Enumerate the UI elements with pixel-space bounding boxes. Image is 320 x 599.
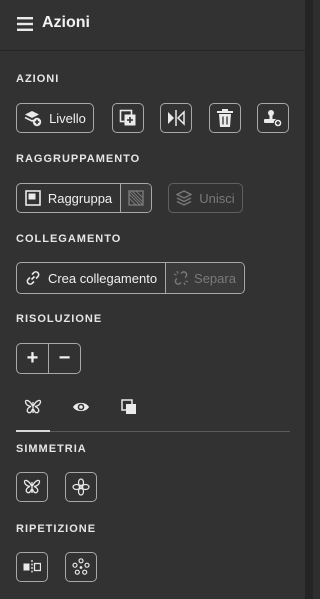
duplicate-icon xyxy=(119,109,137,127)
radial-repeat-button[interactable] xyxy=(65,552,97,582)
link-icon xyxy=(25,270,41,286)
unlink-button[interactable]: Separa xyxy=(166,263,243,293)
merge-label: Unisci xyxy=(199,190,235,206)
duplicate-button[interactable] xyxy=(112,103,144,133)
tab-symmetry[interactable] xyxy=(24,398,42,416)
butterfly-icon xyxy=(23,478,41,496)
add-layer-label: Livello xyxy=(49,110,86,126)
mirror-button[interactable] xyxy=(160,103,192,133)
tab-divider xyxy=(16,431,290,432)
hamburger-menu-icon[interactable] xyxy=(17,17,33,31)
flower-icon xyxy=(72,478,90,496)
tab-visibility[interactable] xyxy=(72,398,90,416)
increase-resolution-button[interactable]: + xyxy=(17,344,49,373)
section-label-azioni: AZIONI xyxy=(16,73,60,85)
decrease-resolution-button[interactable]: − xyxy=(49,344,80,373)
section-label-raggruppamento: RAGGRUPPAMENTO xyxy=(16,153,141,165)
merge-layers-icon xyxy=(176,190,193,206)
linear-repeat-button[interactable] xyxy=(16,552,48,582)
panel-header: Azioni xyxy=(0,0,305,51)
butterfly-icon xyxy=(24,398,42,416)
stamp-icon xyxy=(263,109,283,127)
section-label-collegamento: COLLEGAMENTO xyxy=(16,233,122,245)
delete-button[interactable] xyxy=(209,103,241,133)
scrollbar[interactable] xyxy=(305,0,313,599)
minus-label: − xyxy=(58,347,71,369)
section-label-ripetizione: RIPETIZIONE xyxy=(16,523,97,535)
plus-label: + xyxy=(26,347,39,369)
create-link-label: Crea collegamento xyxy=(47,270,158,286)
mirror-icon xyxy=(167,110,185,126)
resolution-control: + − xyxy=(16,343,81,374)
broken-link-icon xyxy=(173,270,189,286)
ungroup-icon xyxy=(128,190,144,206)
radial-symmetry-button[interactable] xyxy=(65,472,97,502)
layers-icon xyxy=(120,398,138,416)
trash-icon xyxy=(217,109,233,127)
group-button[interactable]: Raggruppa xyxy=(17,184,121,212)
active-tab-indicator xyxy=(16,430,50,432)
panel-title: Azioni xyxy=(42,14,90,31)
layer-add-icon xyxy=(24,109,42,127)
create-link-button[interactable]: Crea collegamento xyxy=(17,263,166,293)
group-label: Raggruppa xyxy=(47,190,113,206)
mirror-symmetry-button[interactable] xyxy=(16,472,48,502)
section-label-simmetria: SIMMETRIA xyxy=(16,443,87,455)
radial-repeat-icon xyxy=(72,558,90,576)
actions-panel: Azioni AZIONI Livello RAGGRUPPAMENTO Rag… xyxy=(0,0,305,599)
section-label-risoluzione: RISOLUZIONE xyxy=(16,313,103,325)
group-control: Raggruppa xyxy=(16,183,152,213)
stamp-button[interactable] xyxy=(257,103,289,133)
unlink-label: Separa xyxy=(194,270,236,286)
link-control: Crea collegamento Separa xyxy=(16,262,245,294)
eye-icon xyxy=(72,398,90,416)
add-layer-button[interactable]: Livello xyxy=(16,103,94,133)
ungroup-button[interactable] xyxy=(121,184,151,212)
merge-button[interactable]: Unisci xyxy=(168,183,243,213)
linear-repeat-icon xyxy=(23,560,41,574)
group-icon xyxy=(25,190,41,206)
tab-layers[interactable] xyxy=(120,398,138,416)
